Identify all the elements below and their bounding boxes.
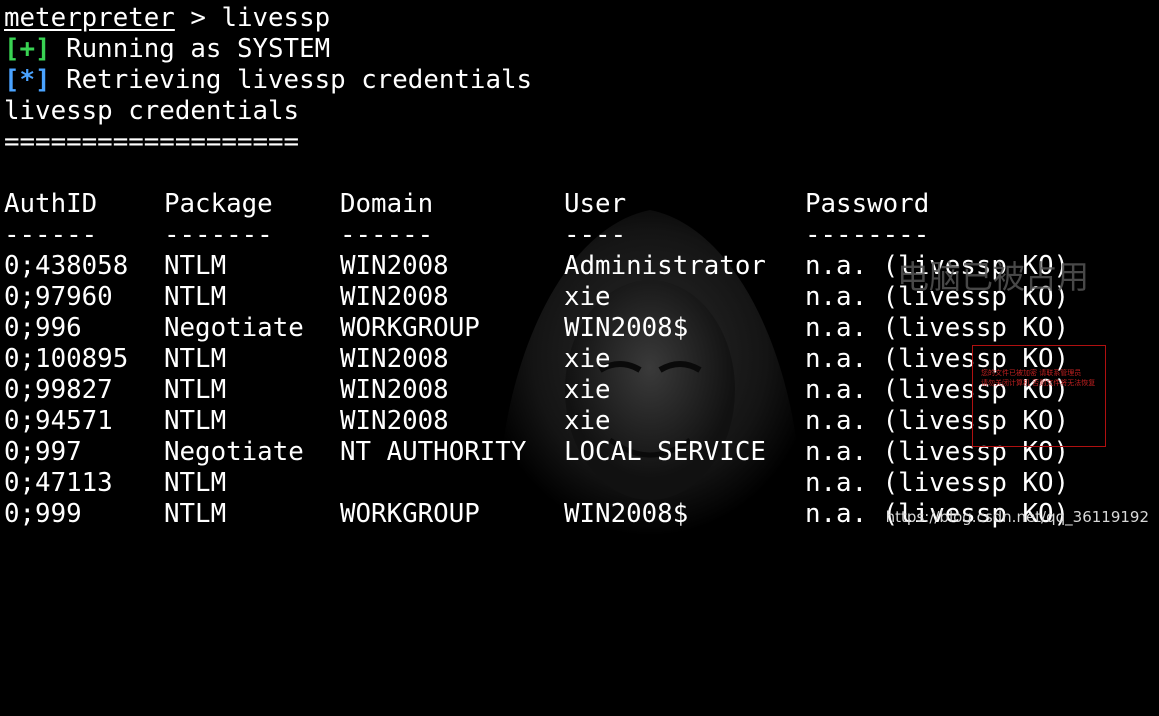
cell-authid: 0;94571 — [4, 406, 113, 436]
underline-domain: ------ — [340, 220, 434, 250]
table-header-underline: ------ ------- ------ ---- -------- — [4, 220, 1154, 251]
cell-password: n.a. (livessp KO) — [805, 468, 1070, 498]
prompt-separator: > — [174, 3, 222, 33]
cell-package: NTLM — [164, 499, 227, 529]
cell-package: Negotiate — [164, 437, 304, 467]
cell-authid: 0;99827 — [4, 375, 113, 405]
cell-user: LOCAL SERVICE — [564, 437, 766, 467]
cell-domain: NT AUTHORITY — [340, 437, 527, 467]
table-header: AuthID Package Domain User Password — [4, 189, 1154, 220]
cell-user: xie — [564, 406, 611, 436]
underline-authid: ------ — [4, 220, 98, 250]
cell-user: xie — [564, 282, 611, 312]
header-domain: Domain — [340, 189, 434, 219]
cell-authid: 0;438058 — [4, 251, 129, 281]
cell-package: NTLM — [164, 251, 227, 281]
cell-password: n.a. (livessp KO) — [805, 344, 1070, 374]
cell-password: n.a. (livessp KO) — [805, 499, 1070, 529]
underline-password: -------- — [805, 220, 930, 250]
cell-authid: 0;47113 — [4, 468, 113, 498]
table-row: 0;997 Negotiate NT AUTHORITY LOCAL SERVI… — [4, 437, 1154, 468]
status-line-success: [+] Running as SYSTEM — [4, 34, 1154, 65]
cell-package: Negotiate — [164, 313, 304, 343]
table-row: 0;97960 NTLM WIN2008 xie n.a. (livessp K… — [4, 282, 1154, 313]
status-text: Retrieving livessp credentials — [50, 65, 533, 95]
prompt-line[interactable]: meterpreter > livessp — [4, 3, 1154, 34]
cell-user: Administrator — [564, 251, 766, 281]
section-title: livessp credentials — [4, 96, 300, 126]
cell-password: n.a. (livessp KO) — [805, 251, 1070, 281]
cell-password: n.a. (livessp KO) — [805, 406, 1070, 436]
cell-authid: 0;999 — [4, 499, 82, 529]
cell-domain: WIN2008 — [340, 406, 449, 436]
success-tag: [+] — [4, 34, 51, 64]
cell-package: NTLM — [164, 375, 227, 405]
table-row: 0;996 Negotiate WORKGROUP WIN2008$ n.a. … — [4, 313, 1154, 344]
header-password: Password — [805, 189, 930, 219]
cell-authid: 0;97960 — [4, 282, 113, 312]
cell-password: n.a. (livessp KO) — [805, 282, 1070, 312]
table-row: 0;438058 NTLM WIN2008 Administrator n.a.… — [4, 251, 1154, 282]
section-rule: =================== — [4, 127, 300, 157]
command-text: livessp — [221, 3, 331, 33]
table-row: 0;100895 NTLM WIN2008 xie n.a. (livessp … — [4, 344, 1154, 375]
cell-user: WIN2008$ — [564, 499, 689, 529]
table-row: 0;94571 NTLM WIN2008 xie n.a. (livessp K… — [4, 406, 1154, 437]
meterpreter-prompt: meterpreter — [4, 3, 175, 33]
cell-password: n.a. (livessp KO) — [805, 437, 1070, 467]
cell-package: NTLM — [164, 344, 227, 374]
cell-user: xie — [564, 344, 611, 374]
cell-authid: 0;100895 — [4, 344, 129, 374]
cell-authid: 0;996 — [4, 313, 82, 343]
cell-package: NTLM — [164, 468, 227, 498]
header-package: Package — [164, 189, 273, 219]
terminal-output: meterpreter > livessp [+] Running as SYS… — [4, 3, 1154, 530]
underline-user: ---- — [564, 220, 627, 250]
cell-password: n.a. (livessp KO) — [805, 375, 1070, 405]
cell-domain: WORKGROUP — [340, 499, 480, 529]
cell-user: xie — [564, 375, 611, 405]
cell-domain: WIN2008 — [340, 282, 449, 312]
status-text: Running as SYSTEM — [50, 34, 331, 64]
underline-package: ------- — [164, 220, 273, 250]
status-line-info: [*] Retrieving livessp credentials — [4, 65, 1154, 96]
cell-authid: 0;997 — [4, 437, 82, 467]
table-row: 0;999 NTLM WORKGROUP WIN2008$ n.a. (live… — [4, 499, 1154, 530]
cell-domain: WIN2008 — [340, 375, 449, 405]
table-row: 0;47113 NTLM n.a. (livessp KO) — [4, 468, 1154, 499]
cell-user: WIN2008$ — [564, 313, 689, 343]
cell-domain: WIN2008 — [340, 251, 449, 281]
cell-domain: WORKGROUP — [340, 313, 480, 343]
cell-package: NTLM — [164, 406, 227, 436]
cell-package: NTLM — [164, 282, 227, 312]
header-authid: AuthID — [4, 189, 98, 219]
table-row: 0;99827 NTLM WIN2008 xie n.a. (livessp K… — [4, 375, 1154, 406]
info-tag: [*] — [4, 65, 51, 95]
header-user: User — [564, 189, 627, 219]
cell-password: n.a. (livessp KO) — [805, 313, 1070, 343]
cell-domain: WIN2008 — [340, 344, 449, 374]
